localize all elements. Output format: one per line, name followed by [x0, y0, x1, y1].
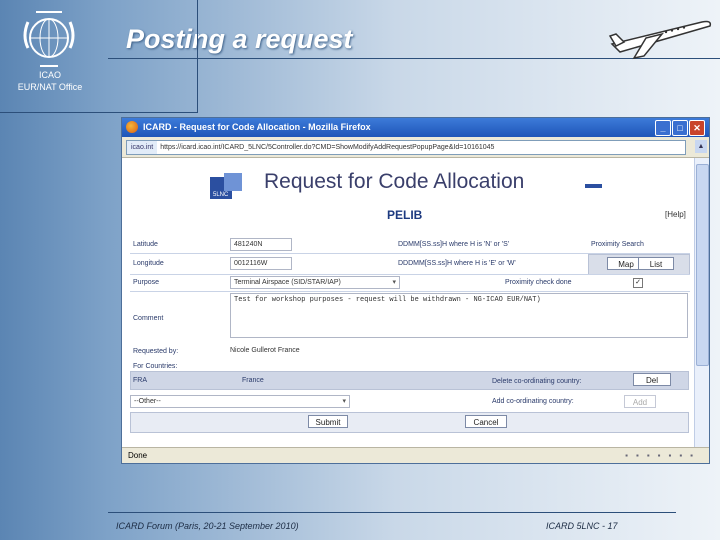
scroll-up-icon[interactable]: ▲ — [695, 140, 707, 153]
icao-emblem-icon — [23, 11, 75, 67]
address-bar: icao.int https://icard.icao.int/ICARD_5LN… — [122, 137, 709, 158]
latitude-format-hint: DDMM[SS.ss]H where H is 'N' or 'S' — [398, 241, 510, 248]
minimize-button[interactable]: _ — [655, 120, 671, 136]
latitude-input[interactable]: 481240N — [230, 238, 292, 251]
cancel-button[interactable]: Cancel — [465, 415, 507, 428]
submit-button[interactable]: Submit — [308, 415, 348, 428]
country-select[interactable]: --Other-- — [130, 395, 350, 408]
requested-by-value: Nicole Gullerot France — [230, 347, 300, 354]
footer-divider — [108, 512, 676, 513]
airplane-icon — [608, 20, 712, 60]
list-button[interactable]: List — [638, 257, 674, 270]
5lnc-logo-icon: 5LNC — [210, 173, 242, 199]
footer-right: ICARD 5LNC - 17 — [546, 521, 618, 531]
delete-country-button[interactable]: Del — [633, 373, 671, 386]
url-text: https://icard.icao.int/ICARD_5LNC/5Contr… — [160, 144, 495, 151]
requested-by-label: Requested by: — [133, 348, 179, 355]
window-title: ICARD - Request for Code Allocation - Mo… — [143, 122, 371, 132]
heading-accent-bar — [585, 184, 602, 188]
header-vertical-divider — [197, 0, 198, 112]
page-content: 5LNC Request for Code Allocation PELIB [… — [122, 158, 695, 447]
close-button[interactable]: ✕ — [689, 120, 705, 136]
organization-name: ICAO EUR/NAT Office — [0, 69, 100, 93]
longitude-format-hint: DDDMM[SS.ss]H where H is 'E' or 'W' — [398, 260, 516, 267]
url-field[interactable]: icao.int https://icard.icao.int/ICARD_5LN… — [126, 140, 686, 155]
proximity-search-label: Proximity Search — [591, 241, 644, 248]
country-row — [130, 371, 689, 390]
row-divider — [130, 274, 690, 275]
comment-label: Comment — [133, 315, 164, 322]
add-country-label: Add co-ordinating country: — [492, 398, 574, 405]
logo-text: 5LNC — [213, 192, 229, 198]
vertical-scrollbar[interactable] — [694, 158, 709, 447]
name-code: PELIB — [387, 208, 423, 222]
purpose-label: Purpose — [133, 279, 160, 286]
page-heading: Request for Code Allocation — [264, 170, 525, 193]
site-identity[interactable]: icao.int — [127, 141, 158, 154]
header-bottom-divider — [0, 112, 198, 113]
window-titlebar[interactable]: ICARD - Request for Code Allocation - Mo… — [122, 118, 709, 137]
firefox-icon — [126, 121, 138, 133]
delete-country-label: Delete co-ordinating country: — [492, 378, 582, 385]
maximize-button[interactable]: □ — [672, 120, 688, 136]
footer-left: ICARD Forum (Paris, 20-21 September 2010… — [116, 521, 299, 531]
for-countries-label: For Countries: — [133, 363, 178, 370]
help-link[interactable]: [Help] — [665, 210, 686, 219]
org-line-2: EUR/NAT Office — [17, 82, 83, 92]
longitude-label: Longitude — [133, 260, 164, 267]
row-divider — [130, 291, 690, 292]
comment-textarea[interactable]: Test for workshop purposes - request wil… — [230, 293, 688, 338]
longitude-input[interactable]: 0012116W — [230, 257, 292, 270]
status-icons: ▪▪▪▪▪▪▪ — [625, 451, 701, 460]
slide-title: Posting a request — [126, 24, 353, 54]
action-bar — [130, 412, 689, 433]
country-name: France — [242, 377, 264, 384]
purpose-select[interactable]: Terminal Airspace (SID/STAR/IAP) — [230, 276, 400, 289]
org-line-1: ICAO — [38, 70, 61, 80]
proximity-check-checkbox[interactable]: ✓ — [633, 278, 643, 288]
scrollbar-thumb[interactable] — [696, 164, 709, 366]
browser-window: ICARD - Request for Code Allocation - Mo… — [121, 117, 710, 464]
latitude-label: Latitude — [133, 241, 158, 248]
add-country-button[interactable]: Add — [624, 395, 656, 408]
status-bar: Done ▪▪▪▪▪▪▪ — [122, 447, 709, 463]
proximity-check-label: Proximity check done — [505, 279, 572, 286]
country-code: FRA — [133, 377, 147, 384]
status-text: Done — [128, 451, 148, 460]
